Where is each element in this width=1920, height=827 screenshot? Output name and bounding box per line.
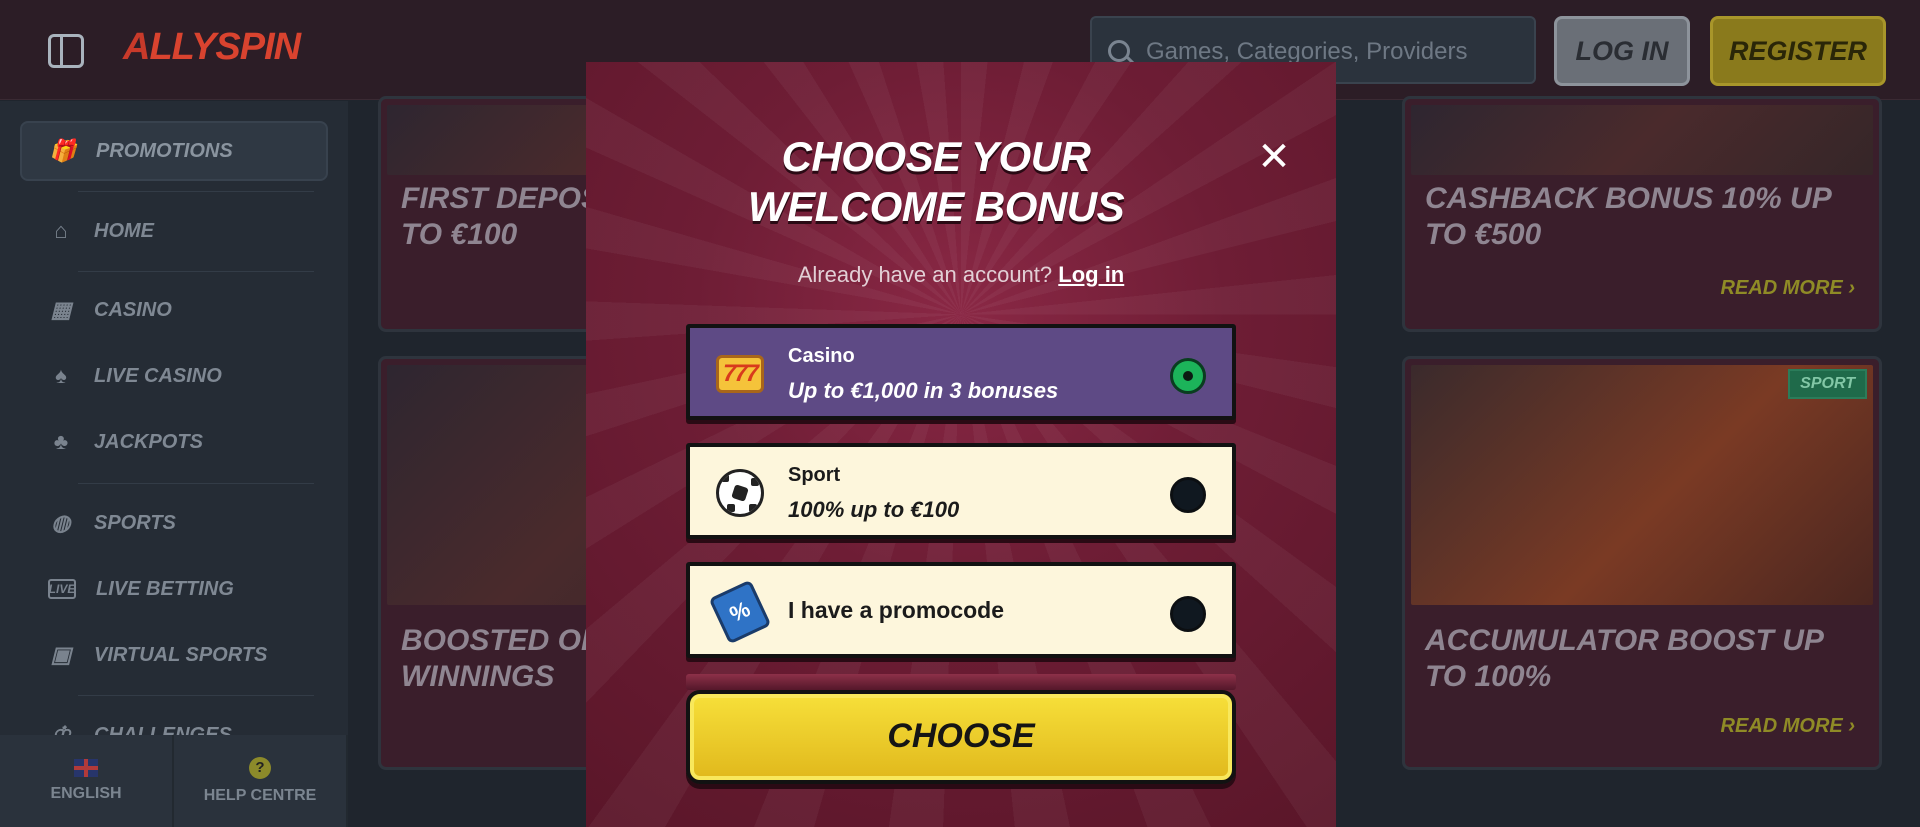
gift-icon: 🎁 (49, 138, 77, 163)
football-icon: ◍ (51, 510, 71, 535)
read-more-link[interactable]: READ MORE › (1721, 715, 1855, 738)
divider (78, 695, 314, 696)
divider (78, 271, 314, 272)
option-label: Sport (788, 464, 841, 486)
sidebar-item-jackpots[interactable]: ♣ JACKPOTS (20, 412, 328, 472)
bonus-option-promocode[interactable]: % I have a promocode (686, 562, 1236, 658)
login-link[interactable]: Log in (1058, 262, 1124, 287)
logo[interactable]: ALLYSPIN (123, 26, 301, 69)
radio-button-selected[interactable] (1170, 358, 1206, 394)
virtual-sports-icon: ▣ (50, 642, 72, 667)
slot-777-icon: 777 (712, 350, 768, 398)
bonus-option-casino[interactable]: 777 Casino Up to €1,000 in 3 bonuses (686, 324, 1236, 420)
sidebar-toggle-icon[interactable] (48, 34, 84, 68)
live-icon: LIVE (48, 579, 76, 599)
sidebar: 🎁 PROMOTIONS ⌂ HOME ▦ CASINO ♠ LIVE CASINO ♣… (0, 101, 348, 827)
search-icon (1108, 40, 1130, 62)
welcome-bonus-modal: CHOOSE YOUR WELCOME BONUS ✕ Already have… (586, 62, 1336, 827)
home-icon: ⌂ (54, 218, 68, 243)
option-label: Casino (788, 345, 855, 367)
divider (78, 483, 314, 484)
sport-tag: SPORT (1788, 369, 1867, 399)
close-icon[interactable]: ✕ (1254, 137, 1294, 177)
radio-button[interactable] (1170, 477, 1206, 513)
option-label: I have a promocode (788, 597, 1005, 623)
promo-title: CASHBACK BONUS 10% UP TO €500 (1425, 182, 1831, 251)
radio-button[interactable] (1170, 596, 1206, 632)
sidebar-item-live-betting[interactable]: LIVE LIVE BETTING (20, 559, 328, 619)
sidebar-item-virtual-sports[interactable]: ▣ VIRTUAL SPORTS (20, 625, 328, 685)
sidebar-item-casino[interactable]: ▦ CASINO (20, 280, 328, 340)
sidebar-item-sports[interactable]: ◍ SPORTS (20, 493, 328, 553)
bonus-option-sport[interactable]: Sport 100% up to €100 (686, 443, 1236, 539)
login-prompt: Already have an account? Log in (797, 262, 1125, 287)
help-icon: ? (249, 757, 271, 779)
soccer-ball-icon (712, 469, 768, 517)
option-description: 100% up to €100 (788, 497, 960, 522)
divider-strip (686, 674, 1236, 690)
choose-button[interactable]: CHOOSE (686, 690, 1236, 784)
sidebar-item-live-casino[interactable]: ♠ LIVE CASINO (20, 346, 328, 406)
read-more-link[interactable]: READ MORE › (1721, 277, 1855, 300)
promo-image (1411, 365, 1873, 605)
clover-icon: ♣ (53, 429, 69, 454)
sidebar-footer: ENGLISH ? HELP CENTRE (0, 735, 348, 827)
register-button[interactable]: REGISTER (1710, 16, 1886, 86)
sidebar-item-promotions[interactable]: 🎁 PROMOTIONS (20, 121, 328, 181)
option-description: Up to €1,000 in 3 bonuses (788, 378, 1059, 403)
promo-card[interactable]: SPORT ACCUMULATOR BOOST UP TO 100% READ … (1402, 356, 1882, 770)
divider (78, 191, 314, 192)
help-centre-link[interactable]: ? HELP CENTRE (174, 735, 348, 827)
modal-title: CHOOSE YOUR WELCOME BONUS (747, 133, 1125, 230)
uk-flag-icon (74, 759, 98, 777)
cards-icon: ♠ (55, 363, 67, 388)
language-selector[interactable]: ENGLISH (0, 735, 174, 827)
slot-machine-icon: ▦ (50, 297, 72, 322)
sidebar-item-home[interactable]: ⌂ HOME (20, 201, 328, 261)
promo-image (1411, 105, 1873, 175)
promo-title: ACCUMULATOR BOOST UP TO 100% (1425, 624, 1823, 693)
login-button[interactable]: LOG IN (1554, 16, 1690, 86)
promo-tag-icon: % (708, 579, 772, 645)
promo-card[interactable]: CASHBACK BONUS 10% UP TO €500 READ MORE … (1402, 96, 1882, 332)
